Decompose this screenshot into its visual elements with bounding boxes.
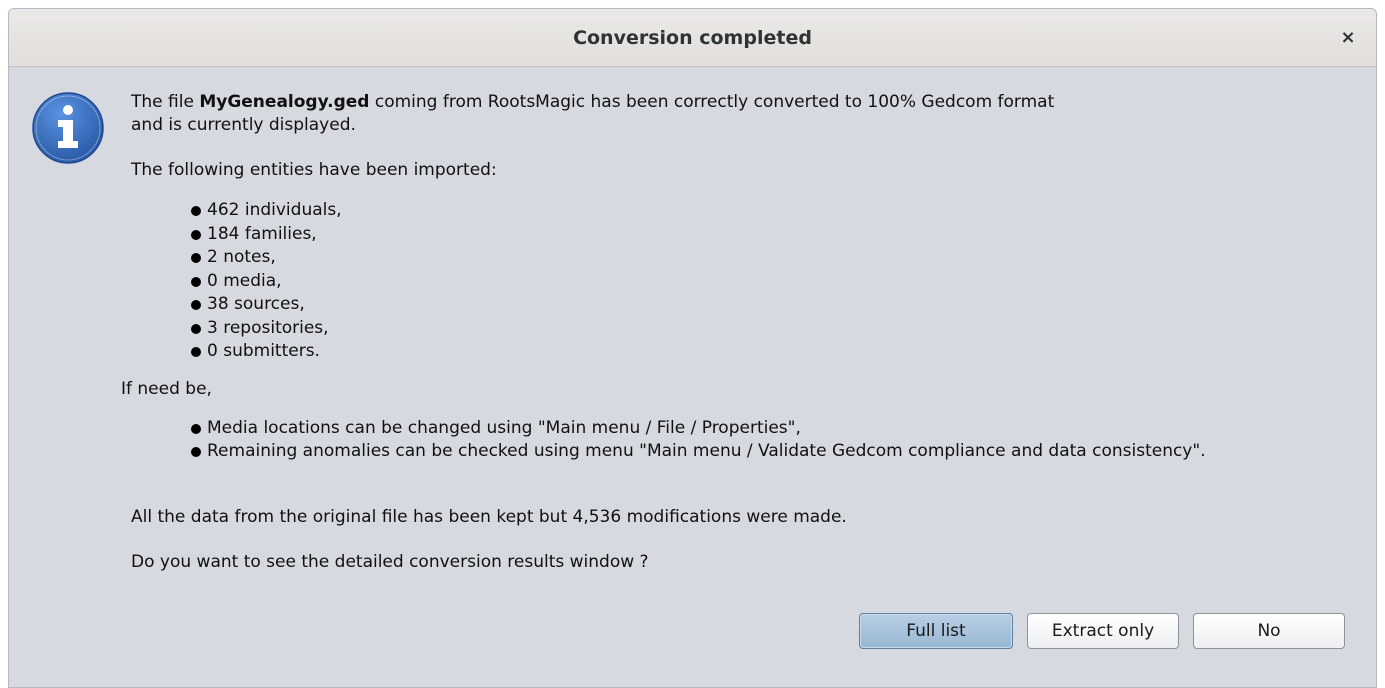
list-item: 462 individuals, xyxy=(189,199,1371,223)
question-text: Do you want to see the detailed conversi… xyxy=(131,551,649,572)
dialog-title: Conversion completed xyxy=(573,27,812,49)
list-item: 0 media, xyxy=(189,270,1371,294)
list-item: 184 families, xyxy=(189,223,1371,247)
message-text: coming from RootsMagic has been correctl… xyxy=(369,92,1055,112)
list-item: 38 sources, xyxy=(189,293,1371,317)
list-item: 0 submitters. xyxy=(189,340,1371,364)
list-item-text: 462 individuals, xyxy=(207,200,342,220)
filename: MyGenealogy.ged xyxy=(199,92,370,112)
bullet-icon xyxy=(191,276,201,287)
close-icon[interactable]: × xyxy=(1336,26,1360,50)
message-line-1: The file MyGenealogy.ged coming from Roo… xyxy=(131,91,1371,114)
list-item-text: 184 families, xyxy=(207,223,317,244)
list-item: Remaining anomalies can be checked using… xyxy=(189,440,1371,464)
bullet-icon xyxy=(191,229,201,240)
bullet-icon xyxy=(191,253,201,263)
message-text: The file xyxy=(131,92,200,112)
bullet-icon xyxy=(191,423,201,434)
list-item-text: Remaining anomalies can be checked using… xyxy=(207,441,1206,461)
advice-intro: If need be, xyxy=(121,378,212,399)
no-button[interactable]: No xyxy=(1193,613,1345,649)
entities-intro: The following entities have been importe… xyxy=(131,160,497,180)
conversion-dialog: Conversion completed × The file MyGeneal… xyxy=(8,8,1377,688)
list-item-text: 3 repositories, xyxy=(207,317,329,338)
list-item: 2 notes, xyxy=(189,246,1371,270)
list-item-text: Media locations can be changed using "Ma… xyxy=(207,417,801,438)
list-item-text: 2 notes, xyxy=(207,247,276,267)
list-item-text: 0 submitters. xyxy=(207,341,320,361)
bullet-icon xyxy=(191,447,201,457)
list-item: Media locations can be changed using "Ma… xyxy=(189,417,1371,441)
info-icon xyxy=(32,92,104,164)
list-item-text: 38 sources, xyxy=(207,294,305,314)
extract-only-button[interactable]: Extract only xyxy=(1027,613,1179,649)
list-item-text: 0 media, xyxy=(207,270,282,291)
entities-list: 462 individuals, 184 families, 2 notes, … xyxy=(189,199,1371,364)
bullet-icon xyxy=(191,206,201,216)
bullet-icon xyxy=(191,323,201,334)
bullet-icon xyxy=(191,347,201,357)
message-line-2: and is currently displayed. xyxy=(131,115,356,135)
title-bar: Conversion completed × xyxy=(9,9,1376,67)
list-item: 3 repositories, xyxy=(189,317,1371,341)
advice-list: Media locations can be changed using "Ma… xyxy=(189,417,1371,464)
message-body: The file MyGenealogy.ged coming from Roo… xyxy=(121,91,1371,574)
bullet-icon xyxy=(191,300,201,310)
summary-text: All the data from the original file has … xyxy=(131,506,847,527)
full-list-button[interactable]: Full list xyxy=(859,613,1013,649)
